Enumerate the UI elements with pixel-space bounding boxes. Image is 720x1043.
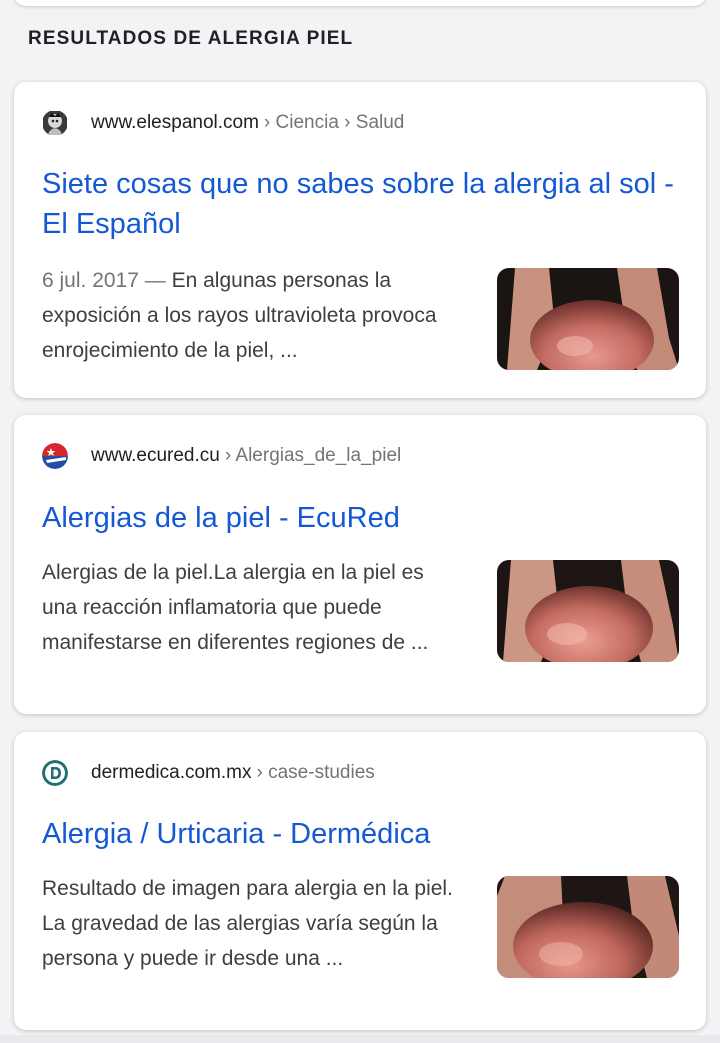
ecured-logo-icon xyxy=(42,443,68,469)
result-snippet: 6 jul. 2017 — En algunas personas la exp… xyxy=(42,263,462,368)
result-thumbnail[interactable] xyxy=(497,560,679,662)
result-thumbnail[interactable] xyxy=(497,268,679,370)
result-snippet: Alergias de la piel.La alergia en la pie… xyxy=(42,555,462,660)
dermedica-logo-icon xyxy=(42,760,68,786)
result-breadcrumb: › Ciencia › Salud xyxy=(263,112,405,133)
result-thumbnail[interactable] xyxy=(497,876,679,978)
result-snippet-text: Alergias de la piel.La alergia en la pie… xyxy=(42,561,429,654)
result-domain: www.elespanol.com xyxy=(91,112,259,133)
result-title-link[interactable]: Alergias de la piel - EcuRed xyxy=(42,498,678,538)
page-bottom-divider xyxy=(0,1035,720,1043)
result-source[interactable]: dermedica.com.mx › case-studies xyxy=(42,760,375,786)
result-snippet: Resultado de imagen para alergia en la p… xyxy=(42,871,462,976)
result-title-link[interactable]: Siete cosas que no sabes sobre la alergi… xyxy=(42,164,678,244)
result-breadcrumb: › Alergias_de_la_piel xyxy=(224,445,402,466)
search-result-card[interactable]: www.elespanol.com › Ciencia › Salud Siet… xyxy=(14,82,706,398)
result-breadcrumb: › case-studies xyxy=(256,762,375,783)
section-heading: RESULTADOS DE ALERGIA PIEL xyxy=(28,28,354,49)
result-source[interactable]: www.elespanol.com › Ciencia › Salud xyxy=(42,110,404,136)
previous-card-edge xyxy=(14,0,706,6)
result-title-link[interactable]: Alergia / Urticaria - Dermédica xyxy=(42,814,678,854)
result-source[interactable]: www.ecured.cu › Alergias_de_la_piel xyxy=(42,443,401,469)
elespanol-logo-icon xyxy=(42,110,68,136)
result-date: 6 jul. 2017 — xyxy=(42,269,166,292)
search-result-card[interactable]: dermedica.com.mx › case-studies Alergia … xyxy=(14,732,706,1030)
search-result-card[interactable]: www.ecured.cu › Alergias_de_la_piel Aler… xyxy=(14,415,706,714)
result-domain: dermedica.com.mx xyxy=(91,762,252,783)
result-domain: www.ecured.cu xyxy=(91,445,220,466)
result-snippet-text: Resultado de imagen para alergia en la p… xyxy=(42,877,453,970)
